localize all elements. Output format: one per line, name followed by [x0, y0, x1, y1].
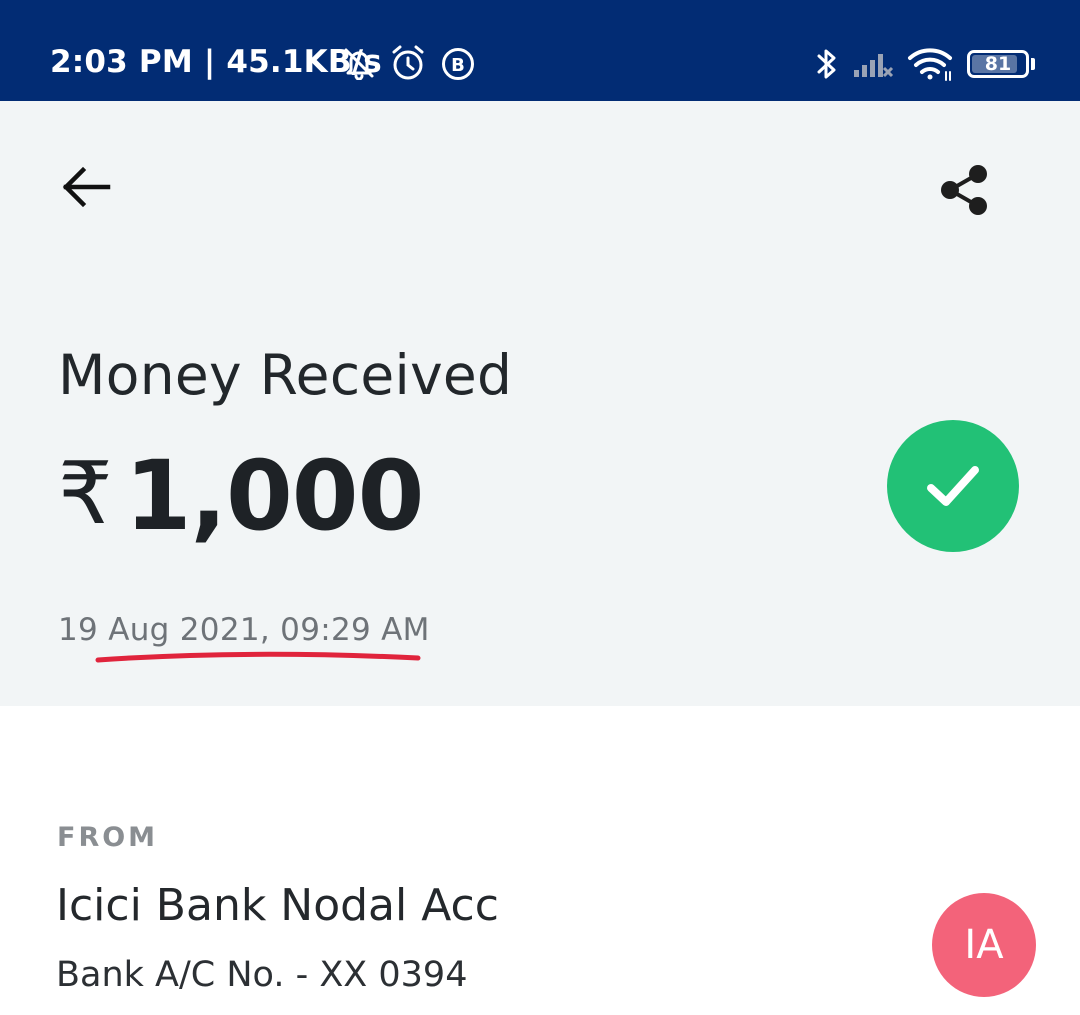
from-label: FROM: [57, 822, 159, 853]
sender-name: Icici Bank Nodal Acc: [56, 880, 499, 931]
checkmark-icon: [927, 466, 979, 506]
page-title: Money Received: [58, 343, 513, 407]
transaction-timestamp: 19 Aug 2021, 09:29 AM: [58, 612, 430, 648]
avatar: IA: [932, 893, 1036, 997]
share-icon: [941, 165, 987, 215]
share-button[interactable]: [936, 160, 994, 220]
svg-text:B: B: [451, 55, 465, 76]
sender-account: Bank A/C No. - XX 0394: [56, 955, 468, 995]
highlight-underline: [95, 651, 421, 663]
alarm-icon: [390, 44, 426, 87]
wifi-icon: [906, 46, 956, 87]
arrow-left-icon: [62, 166, 111, 208]
bluetooth-icon: [814, 46, 840, 87]
battery-level: 81: [984, 53, 1012, 75]
battery-icon: 81: [967, 50, 1029, 78]
signal-icon: [852, 50, 894, 85]
notifications-off-icon: [342, 46, 376, 85]
b-badge-icon: B: [440, 46, 476, 87]
amount-value: 1,000: [124, 440, 425, 552]
amount-display: ₹1,000: [58, 440, 424, 552]
success-badge: [887, 420, 1019, 552]
currency-symbol: ₹: [58, 444, 113, 544]
status-time-speed: 2:03 PM | 45.1KB/s: [50, 44, 382, 80]
status-bar: 2:03 PM | 45.1KB/s B 81: [0, 0, 1080, 101]
back-button[interactable]: [58, 162, 114, 212]
